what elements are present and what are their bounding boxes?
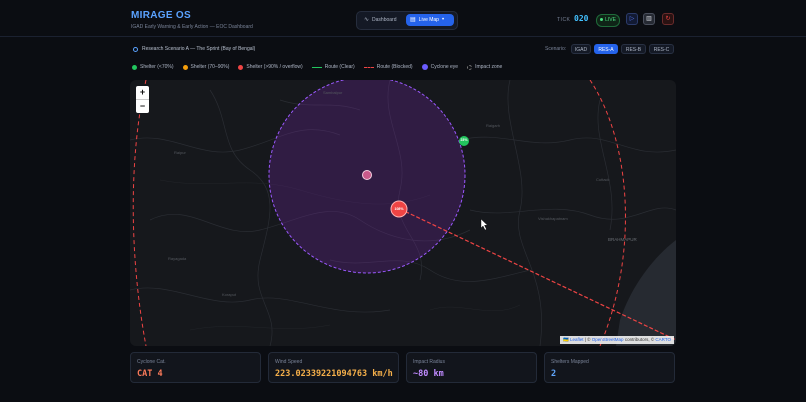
view-switcher: ∿ Dashboard ▤ Live Map • bbox=[356, 11, 458, 30]
legend-item-route-clear: Route (Clear) bbox=[311, 64, 355, 70]
stat-cyclone-category: Cyclone Cat. CAT 4 bbox=[130, 352, 261, 383]
flag-icon: 🇺🇦 bbox=[563, 337, 569, 342]
reset-button[interactable]: ↻ bbox=[662, 13, 674, 25]
live-map-tab-label: Live Map bbox=[418, 17, 439, 23]
place-label: Raigarh bbox=[486, 123, 501, 128]
scenario-option-res-b[interactable]: RES-B bbox=[621, 44, 646, 54]
stat-label: Impact Radius bbox=[413, 359, 445, 365]
dot-icon: • bbox=[441, 17, 445, 23]
app-title: MIRAGE OS bbox=[131, 10, 191, 21]
red-dot-icon bbox=[238, 64, 244, 70]
stat-value: 2 bbox=[551, 369, 557, 379]
shelter-label-red: 108% bbox=[394, 207, 404, 211]
dashboard-tab-label: Dashboard bbox=[372, 17, 397, 23]
legend-item-shelter-low: Shelter (<70%) bbox=[132, 64, 174, 70]
stat-label: Cyclone Cat. bbox=[137, 359, 166, 365]
globe-icon bbox=[133, 46, 138, 52]
outer-impact-arc-left bbox=[132, 80, 147, 346]
map-icon: ▤ bbox=[410, 17, 416, 23]
mouse-cursor-icon bbox=[480, 218, 488, 231]
osm-link[interactable]: OpenStreetMap bbox=[592, 337, 624, 342]
leaflet-link[interactable]: Leaflet bbox=[570, 337, 584, 342]
live-badge: LIVE bbox=[596, 14, 620, 27]
brand: MIRAGE OS IGAD Early Warning & Early Act… bbox=[131, 10, 253, 30]
stat-label: Wind Speed bbox=[275, 359, 303, 365]
map-legend: Shelter (<70%) Shelter (70–90%) Shelter … bbox=[132, 64, 502, 70]
map-canvas bbox=[130, 80, 676, 346]
place-label: Koraput bbox=[222, 292, 237, 297]
place-label: Vishakhapatnam bbox=[538, 216, 568, 221]
stat-label: Shelters Mapped bbox=[551, 359, 589, 365]
tick-value: 020 bbox=[574, 14, 589, 23]
legend-item-impact-zone: Impact zone bbox=[467, 64, 502, 70]
dashboard-tab[interactable]: ∿ Dashboard bbox=[360, 14, 404, 26]
route-blocked-line bbox=[399, 208, 676, 341]
stat-wind-speed: Wind Speed 223.02339221094763 km/h bbox=[268, 352, 399, 383]
tick-label: TICK bbox=[557, 17, 571, 23]
live-badge-label: LIVE bbox=[605, 17, 616, 23]
reset-icon: ↻ bbox=[665, 16, 671, 22]
app-subtitle: IGAD Early Warning & Early Action — EOC … bbox=[131, 24, 253, 30]
play-icon: ▷ bbox=[629, 16, 635, 22]
stat-value: CAT 4 bbox=[137, 369, 163, 379]
top-bar: MIRAGE OS IGAD Early Warning & Early Act… bbox=[0, 0, 806, 37]
scenario-option-res-c[interactable]: RES-C bbox=[649, 44, 674, 54]
legend-item-cyclone-eye: Cyclone eye bbox=[421, 64, 459, 70]
green-dot-icon bbox=[132, 64, 137, 70]
sea-area bbox=[616, 240, 676, 346]
carto-link[interactable]: CARTO bbox=[655, 337, 671, 342]
activity-icon: ∿ bbox=[364, 17, 370, 23]
attribution-contributors: contributors, © bbox=[624, 337, 655, 342]
scenario-option-res-a[interactable]: RES-A bbox=[594, 44, 618, 54]
place-label: Raipur bbox=[174, 150, 186, 155]
scenario-option-igad[interactable]: IGAD bbox=[571, 44, 591, 54]
legend-label: Shelter (<70%) bbox=[140, 64, 174, 70]
legend-label: Shelter (>90% / overflow) bbox=[246, 64, 303, 70]
live-map-tab[interactable]: ▤ Live Map • bbox=[406, 14, 454, 26]
dashed-line-icon bbox=[363, 66, 374, 68]
play-button[interactable]: ▷ bbox=[626, 13, 638, 25]
legend-label: Impact zone bbox=[475, 64, 503, 70]
legend-item-shelter-high: Shelter (>90% / overflow) bbox=[238, 64, 303, 70]
impact-ring-icon bbox=[467, 64, 473, 70]
legend-item-shelter-mid: Shelter (70–90%) bbox=[182, 64, 230, 70]
legend-label: Cyclone eye bbox=[430, 64, 459, 70]
scenario-title-text: Research Scenario A — The Sprint (Bay of… bbox=[142, 46, 256, 52]
pause-icon: ▥ bbox=[646, 16, 652, 22]
cyclone-eye-marker[interactable] bbox=[362, 170, 372, 180]
legend-item-route-blocked: Route (Blocked) bbox=[363, 64, 413, 70]
solid-line-icon bbox=[311, 66, 322, 68]
zoom-control: + − bbox=[136, 86, 149, 113]
stat-value: 223.02339221094763 km/h bbox=[275, 369, 393, 379]
zoom-out-button[interactable]: − bbox=[136, 99, 149, 113]
legend-label: Route (Blocked) bbox=[376, 64, 413, 70]
live-map[interactable]: 23% 108% Sambalpur Raipur Raigarh Cuttac… bbox=[130, 80, 676, 346]
amber-dot-icon bbox=[182, 64, 188, 70]
cyclone-eye-icon bbox=[421, 64, 428, 70]
legend-label: Shelter (70–90%) bbox=[190, 64, 230, 70]
map-attribution: 🇺🇦 Leaflet | © OpenStreetMap contributor… bbox=[560, 336, 674, 344]
attribution-copyright: © bbox=[587, 337, 591, 342]
stat-shelters-mapped: Shelters Mapped 2 bbox=[544, 352, 675, 383]
zoom-in-button[interactable]: + bbox=[136, 86, 149, 99]
live-dot-icon bbox=[600, 18, 604, 22]
pause-button[interactable]: ▥ bbox=[643, 13, 655, 25]
attribution-separator: | bbox=[584, 337, 586, 342]
place-label: Cuttack bbox=[596, 177, 610, 182]
stat-impact-radius: Impact Radius ~80 km bbox=[406, 352, 537, 383]
legend-label: Route (Clear) bbox=[324, 64, 355, 70]
stat-value: ~80 km bbox=[413, 369, 444, 379]
place-label: Rayagada bbox=[168, 256, 187, 261]
place-label: Sambalpur bbox=[323, 90, 343, 95]
scenario-title: Research Scenario A — The Sprint (Bay of… bbox=[133, 46, 255, 52]
place-label: BRAHMAPUR bbox=[608, 237, 637, 242]
shelter-label-green: 23% bbox=[460, 138, 468, 142]
scenario-label: Scenario: bbox=[545, 46, 567, 52]
outer-impact-arc-right bbox=[589, 80, 626, 346]
